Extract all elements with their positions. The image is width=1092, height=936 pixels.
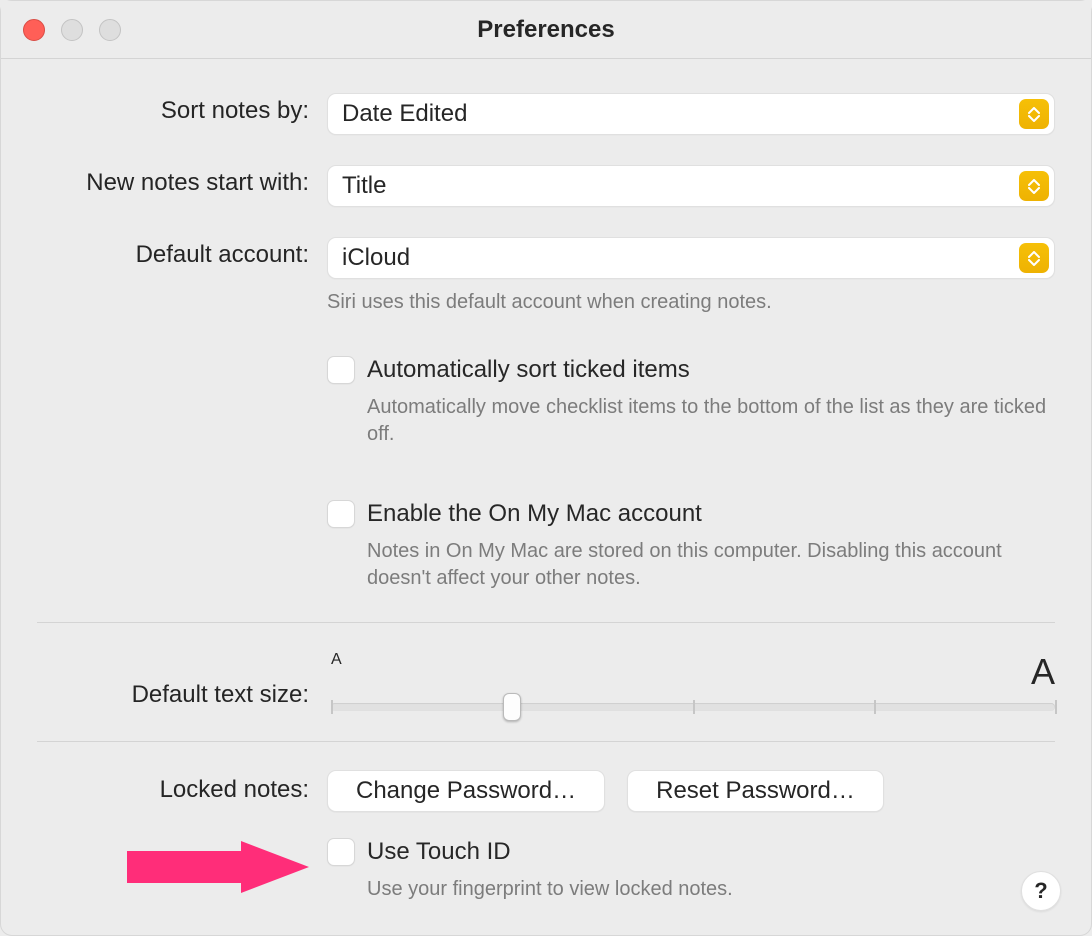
- text-size-slider[interactable]: [331, 703, 1055, 711]
- default-account-helper: Siri uses this default account when crea…: [327, 289, 1047, 316]
- window-controls: [23, 19, 121, 41]
- chevron-up-down-icon: [1019, 171, 1049, 201]
- use-touch-id-checkbox[interactable]: [327, 838, 355, 866]
- section-divider: [37, 622, 1055, 623]
- enable-onmymac-helper: Notes in On My Mac are stored on this co…: [367, 538, 1055, 592]
- use-touch-id-helper: Use your fingerprint to view locked note…: [367, 876, 1055, 903]
- reset-password-button[interactable]: Reset Password…: [627, 770, 884, 812]
- slider-tick: [331, 700, 333, 714]
- default-account-label: Default account:: [37, 237, 327, 269]
- preferences-content: Sort notes by: Date Edited New notes sta…: [1, 59, 1091, 927]
- slider-tick: [874, 700, 876, 714]
- locked-notes-label: Locked notes:: [37, 770, 327, 804]
- enable-onmymac-checkbox[interactable]: [327, 500, 355, 528]
- auto-sort-helper: Automatically move checklist items to th…: [367, 394, 1055, 448]
- minimize-window-button[interactable]: [61, 19, 83, 41]
- slider-thumb[interactable]: [503, 693, 521, 721]
- slider-small-a: A: [331, 651, 342, 693]
- slider-big-a: A: [1031, 651, 1055, 693]
- new-notes-start-popup[interactable]: Title: [327, 165, 1055, 207]
- new-notes-start-value: Title: [342, 172, 1019, 200]
- slider-tick: [1055, 700, 1057, 714]
- window-title: Preferences: [477, 16, 614, 44]
- slider-scale-labels: A A: [331, 651, 1055, 693]
- chevron-up-down-icon: [1019, 99, 1049, 129]
- sort-notes-by-value: Date Edited: [342, 100, 1019, 128]
- slider-tick: [693, 700, 695, 714]
- new-notes-start-label: New notes start with:: [37, 165, 327, 197]
- close-window-button[interactable]: [23, 19, 45, 41]
- chevron-up-down-icon: [1019, 243, 1049, 273]
- auto-sort-label: Automatically sort ticked items: [367, 356, 690, 384]
- change-password-button[interactable]: Change Password…: [327, 770, 605, 812]
- default-text-size-label: Default text size:: [37, 653, 327, 709]
- use-touch-id-label: Use Touch ID: [367, 838, 511, 866]
- title-bar: Preferences: [1, 1, 1091, 59]
- zoom-window-button[interactable]: [99, 19, 121, 41]
- auto-sort-checkbox[interactable]: [327, 356, 355, 384]
- help-glyph: ?: [1034, 878, 1047, 904]
- section-divider: [37, 741, 1055, 742]
- sort-notes-by-popup[interactable]: Date Edited: [327, 93, 1055, 135]
- enable-onmymac-label: Enable the On My Mac account: [367, 500, 702, 528]
- default-account-value: iCloud: [342, 244, 1019, 272]
- default-account-popup[interactable]: iCloud: [327, 237, 1055, 279]
- sort-notes-by-label: Sort notes by:: [37, 93, 327, 125]
- help-button[interactable]: ?: [1021, 871, 1061, 911]
